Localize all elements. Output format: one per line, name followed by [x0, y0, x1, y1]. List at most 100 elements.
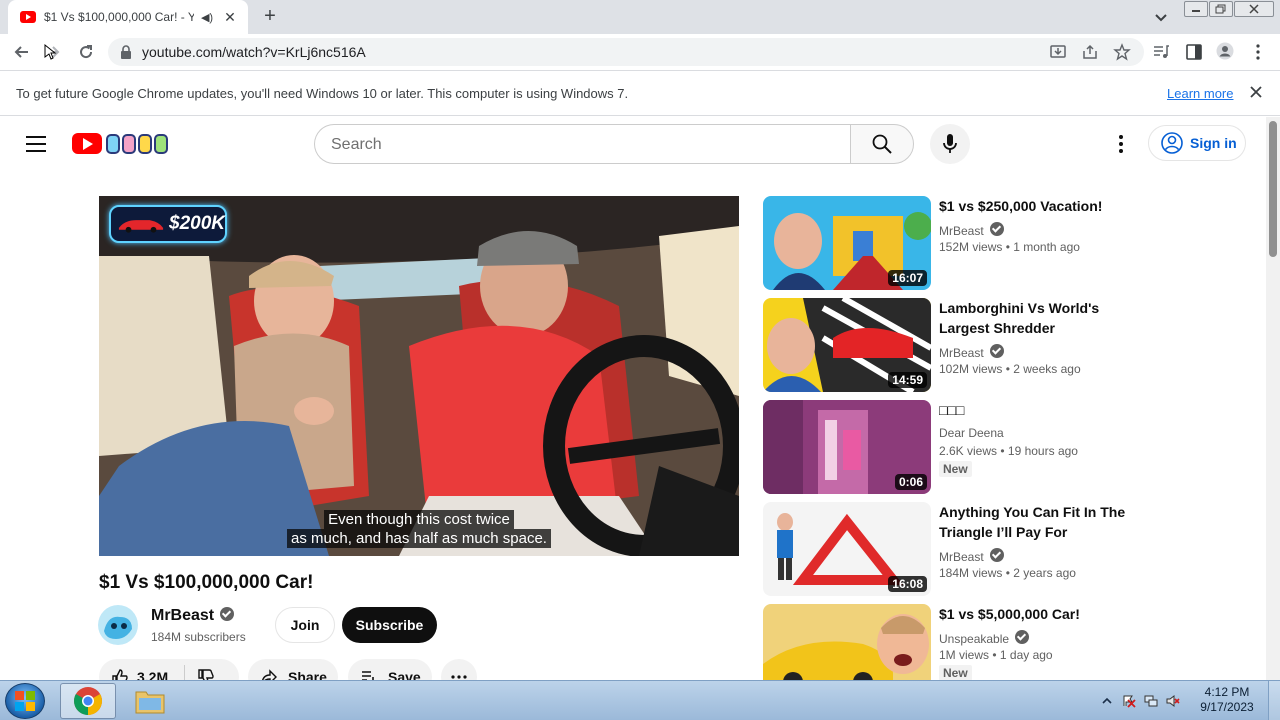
- windows-taskbar: 4:12 PM 9/17/2023: [0, 680, 1280, 720]
- caption-text-1: Even though this cost twice: [324, 510, 514, 529]
- recommendation-title[interactable]: Lamborghini Vs World's Largest Shredder: [939, 298, 1149, 338]
- verified-check-icon: [989, 222, 1004, 236]
- upload-age: 2 years ago: [1013, 566, 1076, 580]
- speaker-icon[interactable]: ◀): [200, 11, 214, 24]
- search-icon: [872, 134, 892, 154]
- subscribe-button[interactable]: Subscribe: [342, 607, 437, 643]
- tab-close-icon[interactable]: ✕: [222, 9, 238, 26]
- browser-toolbar: youtube.com/watch?v=KrLj6nc516A: [0, 34, 1280, 71]
- taskbar-chrome[interactable]: [60, 683, 116, 719]
- share-page-icon[interactable]: [1081, 43, 1099, 61]
- video-thumbnail[interactable]: 16:07: [763, 196, 931, 290]
- recommendation-channel-name: Unspeakable: [939, 632, 1010, 646]
- clock-date: 9/17/2023: [1200, 700, 1254, 714]
- recommendation-channel-name: Dear Deena: [939, 426, 1004, 440]
- infobar-close-icon[interactable]: [1248, 84, 1264, 100]
- recommendation-title[interactable]: $1 vs $250,000 Vacation!: [939, 196, 1149, 216]
- upload-age: 1 day ago: [999, 648, 1053, 662]
- taskbar-explorer[interactable]: [122, 683, 178, 719]
- network-icon[interactable]: [1144, 694, 1158, 708]
- upload-age: 19 hours ago: [1007, 444, 1078, 458]
- join-button[interactable]: Join: [275, 607, 335, 643]
- voice-search-button[interactable]: [930, 124, 970, 164]
- bookmark-star-icon[interactable]: [1113, 43, 1131, 61]
- channel-name[interactable]: MrBeast: [151, 607, 235, 625]
- settings-more-icon[interactable]: [1110, 131, 1132, 157]
- recommendation-title[interactable]: $1 vs $5,000,000 Car!: [939, 604, 1149, 624]
- recommendation-item[interactable]: 16:08 Anything You Can Fit In The Triang…: [763, 502, 1153, 596]
- recommendation-channel[interactable]: MrBeast: [939, 344, 1004, 360]
- channel-avatar[interactable]: [98, 605, 138, 645]
- recommendation-channel[interactable]: Unspeakable: [939, 630, 1030, 646]
- recommendation-title[interactable]: Anything You Can Fit In The Triangle I’l…: [939, 502, 1149, 542]
- recommendation-meta: 184M views • 2 years ago: [939, 566, 1076, 580]
- side-panel-icon[interactable]: [1185, 43, 1203, 61]
- back-arrow-icon[interactable]: [12, 42, 32, 62]
- recommendation-channel-name: MrBeast: [939, 550, 984, 564]
- volume-muted-icon[interactable]: [1166, 694, 1180, 708]
- video-duration: 16:08: [888, 576, 927, 592]
- minimize-button[interactable]: [1184, 1, 1208, 17]
- learn-more-link[interactable]: Learn more: [1167, 86, 1233, 101]
- show-desktop-button[interactable]: [1268, 681, 1280, 720]
- tab-strip: $1 Vs $100,000,000 Car! - YouTube ◀) ✕ +: [0, 0, 1280, 34]
- profile-avatar-icon[interactable]: [1216, 42, 1234, 60]
- action-center-icon[interactable]: [1122, 694, 1136, 708]
- sign-in-button[interactable]: Sign in: [1148, 125, 1246, 161]
- video-player[interactable]: $200K Even though this cost twice as muc…: [99, 196, 739, 556]
- view-count: 152M views: [939, 240, 1003, 254]
- restore-button[interactable]: [1209, 1, 1233, 17]
- video-title: $1 Vs $100,000,000 Car!: [99, 572, 314, 593]
- search-box: [314, 124, 851, 164]
- screen: $1 Vs $100,000,000 Car! - YouTube ◀) ✕ +: [0, 0, 1280, 720]
- install-icon[interactable]: [1049, 43, 1067, 61]
- video-duration: 16:07: [888, 270, 927, 286]
- chrome-icon: [74, 687, 102, 715]
- video-thumbnail[interactable]: 14:59: [763, 298, 931, 392]
- kebab-menu-icon[interactable]: [1249, 43, 1267, 61]
- window-close-button[interactable]: [1234, 1, 1274, 17]
- recommendation-item[interactable]: 14:59 Lamborghini Vs World's Largest Shr…: [763, 298, 1153, 392]
- hamburger-menu-icon[interactable]: [26, 136, 46, 152]
- caption-text-2: as much, and has half as much space.: [287, 529, 551, 548]
- lock-icon: [121, 45, 131, 59]
- browser-tab[interactable]: $1 Vs $100,000,000 Car! - YouTube ◀) ✕: [8, 0, 248, 34]
- windows-logo-icon: [15, 691, 35, 711]
- scrollbar-thumb[interactable]: [1269, 121, 1277, 257]
- recommendation-channel[interactable]: MrBeast: [939, 222, 1004, 238]
- start-button[interactable]: [5, 683, 45, 719]
- verified-check-icon: [1015, 630, 1030, 644]
- recommendation-item[interactable]: 0:06 □□□ Dear Deena 2.6K views • 19 hour…: [763, 400, 1153, 494]
- address-bar[interactable]: youtube.com/watch?v=KrLj6nc516A: [108, 38, 1144, 66]
- view-count: 102M views: [939, 362, 1003, 376]
- search-button[interactable]: [850, 124, 914, 164]
- verified-check-icon: [989, 344, 1004, 358]
- red-car-icon: [118, 220, 164, 233]
- reload-icon[interactable]: [76, 42, 96, 62]
- youtube-logo[interactable]: [72, 133, 102, 154]
- tray-expand-icon[interactable]: [1100, 694, 1114, 708]
- recommendation-channel-name: MrBeast: [939, 346, 984, 360]
- recommendation-channel[interactable]: MrBeast: [939, 548, 1004, 564]
- forward-arrow-icon[interactable]: [42, 42, 62, 62]
- recommendation-item[interactable]: 16:07 $1 vs $250,000 Vacation! MrBeast 1…: [763, 196, 1153, 290]
- chevron-down-icon[interactable]: [1152, 8, 1170, 26]
- url-text: youtube.com/watch?v=KrLj6nc516A: [142, 44, 366, 60]
- price-badge: $200K: [109, 205, 227, 243]
- sign-in-label: Sign in: [1190, 135, 1237, 151]
- video-frame: [99, 196, 739, 556]
- search-input[interactable]: [331, 134, 831, 156]
- recommendation-title[interactable]: □□□: [939, 400, 1149, 420]
- youtube-doodle-logo[interactable]: [106, 132, 172, 156]
- media-control-icon[interactable]: [1152, 43, 1170, 61]
- taskbar-clock[interactable]: 4:12 PM 9/17/2023: [1196, 685, 1258, 715]
- youtube-favicon-icon: [20, 11, 36, 23]
- microphone-icon: [943, 134, 957, 153]
- video-thumbnail[interactable]: 0:06: [763, 400, 931, 494]
- new-tab-button[interactable]: +: [260, 6, 280, 28]
- subscriber-count: 184M subscribers: [151, 630, 246, 644]
- page-scrollbar[interactable]: [1266, 117, 1280, 680]
- account-circle-icon: [1161, 132, 1183, 154]
- video-thumbnail[interactable]: 16:08: [763, 502, 931, 596]
- recommendation-channel[interactable]: Dear Deena: [939, 426, 1004, 440]
